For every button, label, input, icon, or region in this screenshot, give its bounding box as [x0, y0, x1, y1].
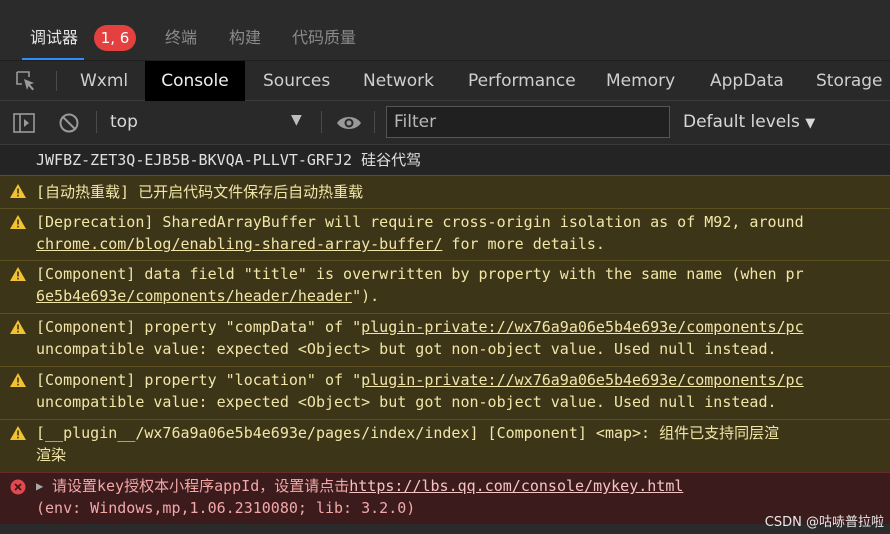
log-message-line2: (env: Windows,mp,1.06.2310080; lib: 3.2.… — [36, 499, 416, 517]
warning-line: [Component] property "location" of "plug… — [0, 366, 890, 419]
eye-icon[interactable] — [336, 111, 361, 135]
tab-console[interactable]: Console — [145, 61, 245, 101]
log-link[interactable]: 6e5b4e693e/components/header/header — [36, 287, 352, 305]
log-levels-dropdown[interactable]: Default levels ▼ — [683, 112, 815, 132]
tab-storage[interactable]: Storage — [816, 61, 883, 101]
status-badge: 1, 6 — [94, 25, 136, 51]
log-message: JWFBZ-ZET3Q-EJB5B-BKVQA-PLLVT-GRFJ2 硅谷代驾 — [36, 151, 422, 169]
tab-wxml[interactable]: Wxml — [80, 61, 128, 101]
tab-sources[interactable]: Sources — [263, 61, 330, 101]
log-message-line2: 渲染 — [36, 446, 67, 464]
panel-tab-bar: 调试器 1, 6 终端 构建 代码质量 — [0, 17, 890, 61]
warning-icon — [9, 372, 27, 388]
toolbar-divider — [96, 111, 97, 133]
log-link[interactable]: https://lbs.qq.com/console/mykey.html — [349, 477, 683, 495]
warning-line: [__plugin__/wx76a9a06e5b4e693e/pages/ind… — [0, 419, 890, 472]
log-message-line2: uncompatible value: expected <Object> bu… — [36, 340, 777, 358]
console-toolbar: top ▼ Default levels ▼ — [0, 101, 890, 145]
toolbar-divider — [321, 111, 322, 133]
expand-triangle-icon[interactable]: ▶ — [36, 475, 43, 497]
log-message: 请设置key授权本小程序appId，设置请点击https://lbs.qq.co… — [52, 475, 683, 497]
active-tab-indicator — [22, 58, 84, 60]
inspect-element-icon[interactable] — [14, 69, 38, 93]
log-levels-label: Default levels — [683, 112, 800, 132]
log-message-line2: chrome.com/blog/enabling-shared-array-bu… — [36, 233, 605, 255]
filter-input[interactable] — [386, 106, 670, 138]
tab-debugger[interactable]: 调试器 — [30, 27, 78, 49]
warning-icon — [9, 183, 27, 199]
log-link[interactable]: chrome.com/blog/enabling-shared-array-bu… — [36, 235, 442, 253]
log-message: [Component] property "compData" of "plug… — [36, 316, 804, 338]
log-text: for more details. — [442, 235, 605, 253]
dropdown-arrow-icon[interactable]: ▼ — [291, 112, 302, 128]
tab-build[interactable]: 构建 — [229, 27, 261, 49]
console-output: JWFBZ-ZET3Q-EJB5B-BKVQA-PLLVT-GRFJ2 硅谷代驾… — [0, 145, 890, 534]
log-text: 请设置key授权本小程序appId，设置请点击 — [52, 477, 350, 495]
log-message: [Component] data field "title" is overwr… — [36, 265, 804, 283]
log-line: JWFBZ-ZET3Q-EJB5B-BKVQA-PLLVT-GRFJ2 硅谷代驾 — [0, 145, 890, 175]
log-message: [Component] property "location" of "plug… — [36, 369, 804, 391]
log-message: [Deprecation] SharedArrayBuffer will req… — [36, 213, 804, 231]
tab-code-quality[interactable]: 代码质量 — [292, 27, 356, 49]
warning-line: [Component] property "compData" of "plug… — [0, 313, 890, 366]
tab-network[interactable]: Network — [363, 61, 434, 101]
tab-appdata[interactable]: AppData — [710, 61, 784, 101]
warning-line: [自动热重载] 已开启代码文件保存后自动热重载 — [0, 175, 890, 208]
warning-line: [Deprecation] SharedArrayBuffer will req… — [0, 208, 890, 260]
watermark: CSDN @咕哧普拉啦 — [764, 515, 884, 530]
warning-icon — [9, 425, 27, 441]
toolbar-divider — [374, 111, 375, 133]
warning-icon — [9, 319, 27, 335]
log-link[interactable]: plugin-private://wx76a9a06e5b4e693e/comp… — [361, 371, 804, 389]
error-line: ▶ 请设置key授权本小程序appId，设置请点击https://lbs.qq.… — [0, 472, 890, 524]
chevron-down-icon: ▼ — [805, 116, 816, 131]
log-link[interactable]: plugin-private://wx76a9a06e5b4e693e/comp… — [361, 318, 804, 336]
warning-line: [Component] data field "title" is overwr… — [0, 260, 890, 313]
log-text: [Component] property "location" of " — [36, 371, 362, 389]
log-text: "). — [352, 287, 380, 305]
log-text: [Component] property "compData" of " — [36, 318, 362, 336]
tab-memory[interactable]: Memory — [606, 61, 675, 101]
bottom-bar — [0, 524, 890, 534]
window-top-strip — [0, 0, 890, 17]
tab-terminal[interactable]: 终端 — [165, 27, 197, 49]
toolbar-divider — [56, 71, 57, 91]
devtools-tab-bar: Wxml Console Sources Network Performance… — [0, 61, 890, 101]
log-message-line2: uncompatible value: expected <Object> bu… — [36, 393, 777, 411]
log-message: [__plugin__/wx76a9a06e5b4e693e/pages/ind… — [36, 424, 780, 442]
error-icon — [10, 479, 28, 495]
log-message-line2: 6e5b4e693e/components/header/header"). — [36, 285, 379, 307]
tab-performance[interactable]: Performance — [468, 61, 576, 101]
warning-icon — [9, 214, 27, 230]
warning-icon — [9, 266, 27, 282]
clear-console-icon[interactable] — [57, 111, 81, 135]
log-message: [自动热重载] 已开启代码文件保存后自动热重载 — [36, 183, 364, 201]
context-selector[interactable]: top — [110, 112, 138, 132]
sidebar-toggle-icon[interactable] — [12, 111, 36, 135]
